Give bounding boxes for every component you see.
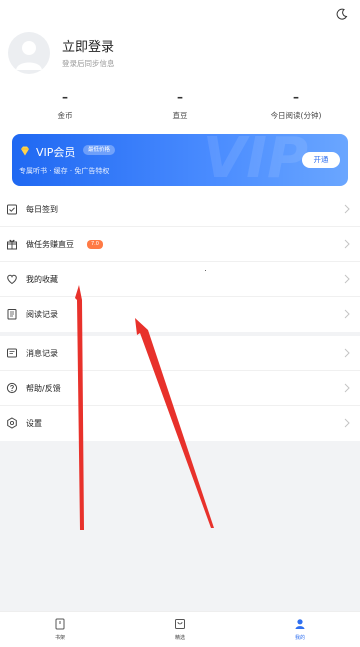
vip-card[interactable]: VIP VIP会员 最低价格 专属听书 · 缓存 · 免广告特权 开通 [12, 134, 348, 186]
menu-item-favorites[interactable]: 我的收藏 [0, 262, 360, 297]
menu-item-tasks[interactable]: 做任务赚直豆 7.0 [0, 227, 360, 262]
status-bar [0, 0, 360, 26]
book-icon [7, 309, 17, 320]
vip-title: VIP会员 [36, 146, 76, 159]
stray-dot [205, 270, 206, 271]
menu-item-label: 消息记录 [26, 349, 58, 358]
menu-item-daily-checkin[interactable]: 每日签到 [0, 192, 360, 227]
menu-item-reading-history[interactable]: 阅读记录 [0, 297, 360, 332]
chevron-right-icon [344, 418, 350, 428]
task-badge: 7.0 [87, 240, 103, 249]
login-subtitle: 登录后同步信息 [62, 59, 115, 68]
stat-label: 金币 [57, 111, 73, 120]
message-icon [7, 348, 17, 358]
menu-group-secondary: 消息记录 帮助/反馈 设置 [0, 336, 360, 441]
vip-watermark: VIP [202, 134, 308, 186]
menu-item-label: 做任务赚直豆 [26, 240, 74, 249]
avatar[interactable] [8, 32, 50, 74]
moon-icon[interactable] [336, 8, 348, 20]
menu-item-label: 阅读记录 [26, 310, 58, 319]
vip-badge: 最低价格 [83, 145, 116, 155]
chevron-right-icon [344, 383, 350, 393]
stat-beans[interactable]: – 直豆 [135, 90, 225, 121]
featured-icon [175, 619, 185, 629]
bookshelf-icon [55, 618, 65, 630]
menu-item-label: 我的收藏 [26, 275, 58, 284]
stat-coins[interactable]: – 金币 [20, 90, 110, 121]
stat-value: – [293, 90, 299, 104]
menu-item-label: 帮助/反馈 [26, 384, 61, 393]
chevron-right-icon [344, 348, 350, 358]
avatar-placeholder-icon [16, 41, 42, 70]
nav-tab-label: 精选 [174, 635, 185, 641]
bottom-navigation: 书架 精选 我的 [0, 611, 360, 647]
calendar-check-icon [7, 204, 17, 215]
menu-item-settings[interactable]: 设置 [0, 406, 360, 441]
login-title[interactable]: 立即登录 [62, 36, 114, 55]
profile-icon [295, 619, 305, 629]
menu-item-label: 每日签到 [26, 205, 58, 214]
vip-open-button[interactable]: 开通 [302, 152, 340, 168]
nav-tab-label: 我的 [294, 635, 305, 641]
stat-reading-today[interactable]: – 今日阅读(分钟) [251, 90, 341, 121]
nav-tab-bookshelf[interactable]: 书架 [0, 612, 120, 647]
nav-tab-label: 书架 [54, 635, 65, 641]
stat-value: – [177, 90, 183, 104]
chevron-right-icon [344, 274, 350, 284]
settings-icon [7, 417, 17, 429]
menu-item-messages[interactable]: 消息记录 [0, 336, 360, 371]
stat-label: 直豆 [172, 111, 188, 120]
menu-item-label: 设置 [26, 419, 42, 428]
chevron-right-icon [344, 309, 350, 319]
menu-group-primary: 每日签到 做任务赚直豆 7.0 我的收藏 阅读记录 [0, 192, 360, 332]
diamond-icon [21, 146, 29, 156]
menu-item-help-feedback[interactable]: 帮助/反馈 [0, 371, 360, 406]
gift-icon [7, 239, 17, 250]
vip-description: 专属听书 · 缓存 · 免广告特权 [19, 167, 110, 175]
stat-value: – [62, 90, 68, 104]
help-icon [6, 382, 18, 394]
chevron-right-icon [344, 204, 350, 214]
stat-label: 今日阅读(分钟) [270, 111, 322, 120]
chevron-right-icon [344, 239, 350, 249]
nav-tab-featured[interactable]: 精选 [120, 612, 240, 647]
heart-icon [7, 274, 17, 285]
nav-tab-profile[interactable]: 我的 [240, 612, 360, 647]
